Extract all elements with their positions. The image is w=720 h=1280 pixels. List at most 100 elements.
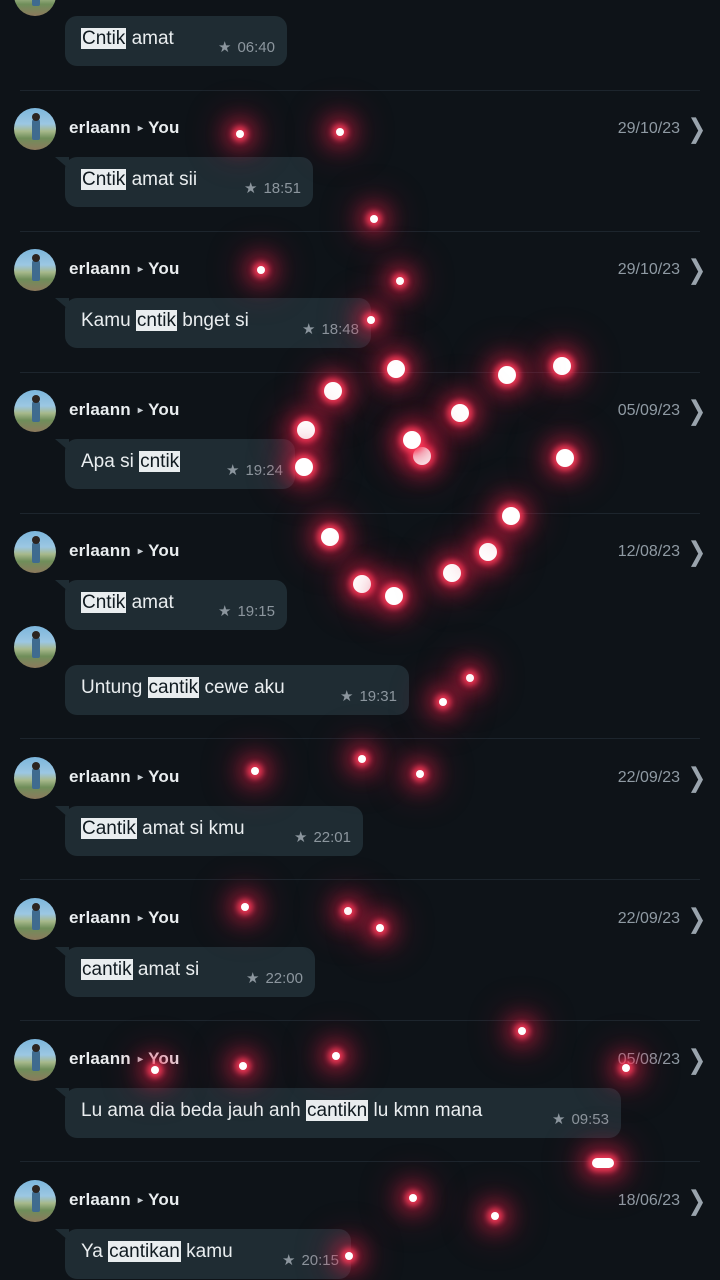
starred-messages-screen: Cntik amat ★ 06:40 erlaann ▸ You 29/10/23 ❯ Cnti…	[0, 0, 720, 1280]
message-time: 19:15	[237, 603, 275, 620]
message-header[interactable]: erlaann ▸ You 29/10/23 ❯	[0, 249, 720, 293]
message-time: 22:01	[313, 829, 351, 846]
message-text-part: Lu ama dia beda jauh anh	[81, 1100, 307, 1121]
star-icon: ★	[244, 180, 258, 197]
arrow-right-icon: ▸	[137, 123, 144, 134]
recipient-name: You	[148, 1049, 180, 1068]
avatar-photo-figure	[32, 0, 40, 6]
message-text-part: Apa si	[81, 451, 140, 472]
arrow-right-icon: ▸	[137, 1195, 144, 1206]
sender-name: erlaann	[69, 259, 131, 278]
message-bubble[interactable]: Lu ama dia beda jauh anh cantikn lu kmn …	[55, 1088, 621, 1138]
search-match-highlight: cantikan	[108, 1241, 181, 1262]
message-text-part: Ya	[81, 1241, 109, 1262]
message-date: 22/09/23	[617, 769, 680, 786]
avatar[interactable]	[14, 1039, 56, 1081]
avatar-photo-figure	[32, 259, 40, 281]
message-text: Cntik amat sii	[81, 169, 197, 191]
sender-name: erlaann	[69, 541, 131, 560]
chevron-right-icon[interactable]: ❯	[688, 536, 706, 567]
sender-line: erlaann ▸ You	[69, 118, 180, 138]
glow-sparkle	[387, 360, 405, 378]
avatar[interactable]	[14, 898, 56, 940]
recipient-name: You	[148, 118, 180, 137]
star-icon: ★	[302, 321, 316, 338]
message-text-part: Untung	[81, 677, 148, 698]
chevron-right-icon[interactable]: ❯	[688, 395, 706, 426]
message-bubble[interactable]: Ya cantikan kamu ★ 20:15	[55, 1229, 351, 1279]
message-meta: ★ 19:15	[218, 602, 275, 620]
message-time: 20:15	[301, 1252, 339, 1269]
message-text-part: kamu	[180, 1241, 233, 1262]
divider	[20, 90, 700, 91]
chevron-right-icon[interactable]: ❯	[688, 762, 706, 793]
message-bubble[interactable]: Untung cantik cewe aku ★ 19:31	[65, 665, 409, 715]
message-bubble[interactable]: Cntik amat ★ 06:40	[65, 16, 287, 66]
star-icon: ★	[340, 688, 354, 705]
message-time: 22:00	[265, 970, 303, 987]
chevron-right-icon[interactable]: ❯	[688, 903, 706, 934]
glow-sparkle	[413, 447, 431, 465]
sender-name: erlaann	[69, 1190, 131, 1209]
message-bubble[interactable]: Cntik amat ★ 19:15	[55, 580, 287, 630]
message-text-part: amat si	[132, 959, 200, 980]
avatar[interactable]	[14, 249, 56, 291]
message-bubble[interactable]: cantik amat si ★ 22:00	[55, 947, 315, 997]
divider	[20, 738, 700, 739]
arrow-right-icon: ▸	[137, 772, 144, 783]
message-date: 29/10/23	[617, 261, 680, 278]
avatar[interactable]	[14, 108, 56, 150]
message-header[interactable]: erlaann ▸ You 05/09/23 ❯	[0, 390, 720, 434]
message-bubble[interactable]: Cntik amat sii ★ 18:51	[55, 157, 313, 207]
message-text: Cantik amat si kmu	[81, 818, 245, 840]
message-text-part: amat	[126, 592, 174, 613]
avatar[interactable]	[14, 626, 56, 668]
message-time: 19:31	[359, 688, 397, 705]
glow-sparkle	[295, 458, 313, 476]
recipient-name: You	[148, 259, 180, 278]
message-header[interactable]: erlaann ▸ You 18/06/23 ❯	[0, 1180, 720, 1224]
message-date: 05/09/23	[617, 402, 680, 419]
message-header[interactable]: erlaann ▸ You 22/09/23 ❯	[0, 757, 720, 801]
message-header[interactable]: erlaann ▸ You 12/08/23 ❯	[0, 531, 720, 575]
glow-sparkle	[439, 698, 447, 706]
message-bubble[interactable]: Kamu cntik bnget si ★ 18:48	[55, 298, 371, 348]
search-match-highlight: Cntik	[81, 592, 127, 613]
message-meta: ★ 19:31	[340, 687, 397, 705]
message-text-part: amat sii	[126, 169, 198, 190]
message-header[interactable]: erlaann ▸ You 29/10/23 ❯	[0, 108, 720, 152]
arrow-right-icon: ▸	[137, 405, 144, 416]
search-match-highlight: cantikn	[306, 1100, 369, 1121]
arrow-right-icon: ▸	[137, 1054, 144, 1065]
message-bubble[interactable]: Apa si cntik ★ 19:24	[55, 439, 295, 489]
chevron-right-icon[interactable]: ❯	[688, 1044, 706, 1075]
star-icon: ★	[218, 39, 232, 56]
avatar-photo-figure	[32, 1190, 40, 1212]
search-match-highlight: Cntik	[81, 28, 127, 49]
chevron-right-icon[interactable]: ❯	[688, 1185, 706, 1216]
avatar-photo-figure	[32, 908, 40, 930]
message-header[interactable]	[0, 626, 720, 670]
message-header[interactable]: erlaann ▸ You 22/09/23 ❯	[0, 898, 720, 942]
chevron-right-icon[interactable]: ❯	[688, 113, 706, 144]
avatar-photo-figure	[32, 541, 40, 563]
avatar[interactable]	[14, 390, 56, 432]
avatar[interactable]	[14, 1180, 56, 1222]
message-bubble[interactable]: Cantik amat si kmu ★ 22:01	[55, 806, 363, 856]
sender-name: erlaann	[69, 400, 131, 419]
message-header[interactable]: erlaann ▸ You 05/08/23 ❯	[0, 1039, 720, 1083]
avatar[interactable]	[14, 531, 56, 573]
avatar[interactable]	[14, 0, 56, 16]
chevron-right-icon[interactable]: ❯	[688, 254, 706, 285]
message-date: 12/08/23	[617, 543, 680, 560]
divider	[20, 879, 700, 880]
glow-sparkle	[556, 449, 574, 467]
avatar[interactable]	[14, 757, 56, 799]
sender-line: erlaann ▸ You	[69, 767, 180, 787]
glow-sparkle	[518, 1027, 526, 1035]
message-time: 18:51	[263, 180, 301, 197]
glow-sparkle	[592, 1158, 614, 1168]
sender-line: erlaann ▸ You	[69, 908, 180, 928]
avatar-photo-head	[32, 536, 40, 544]
message-text: Kamu cntik bnget si	[81, 310, 249, 332]
